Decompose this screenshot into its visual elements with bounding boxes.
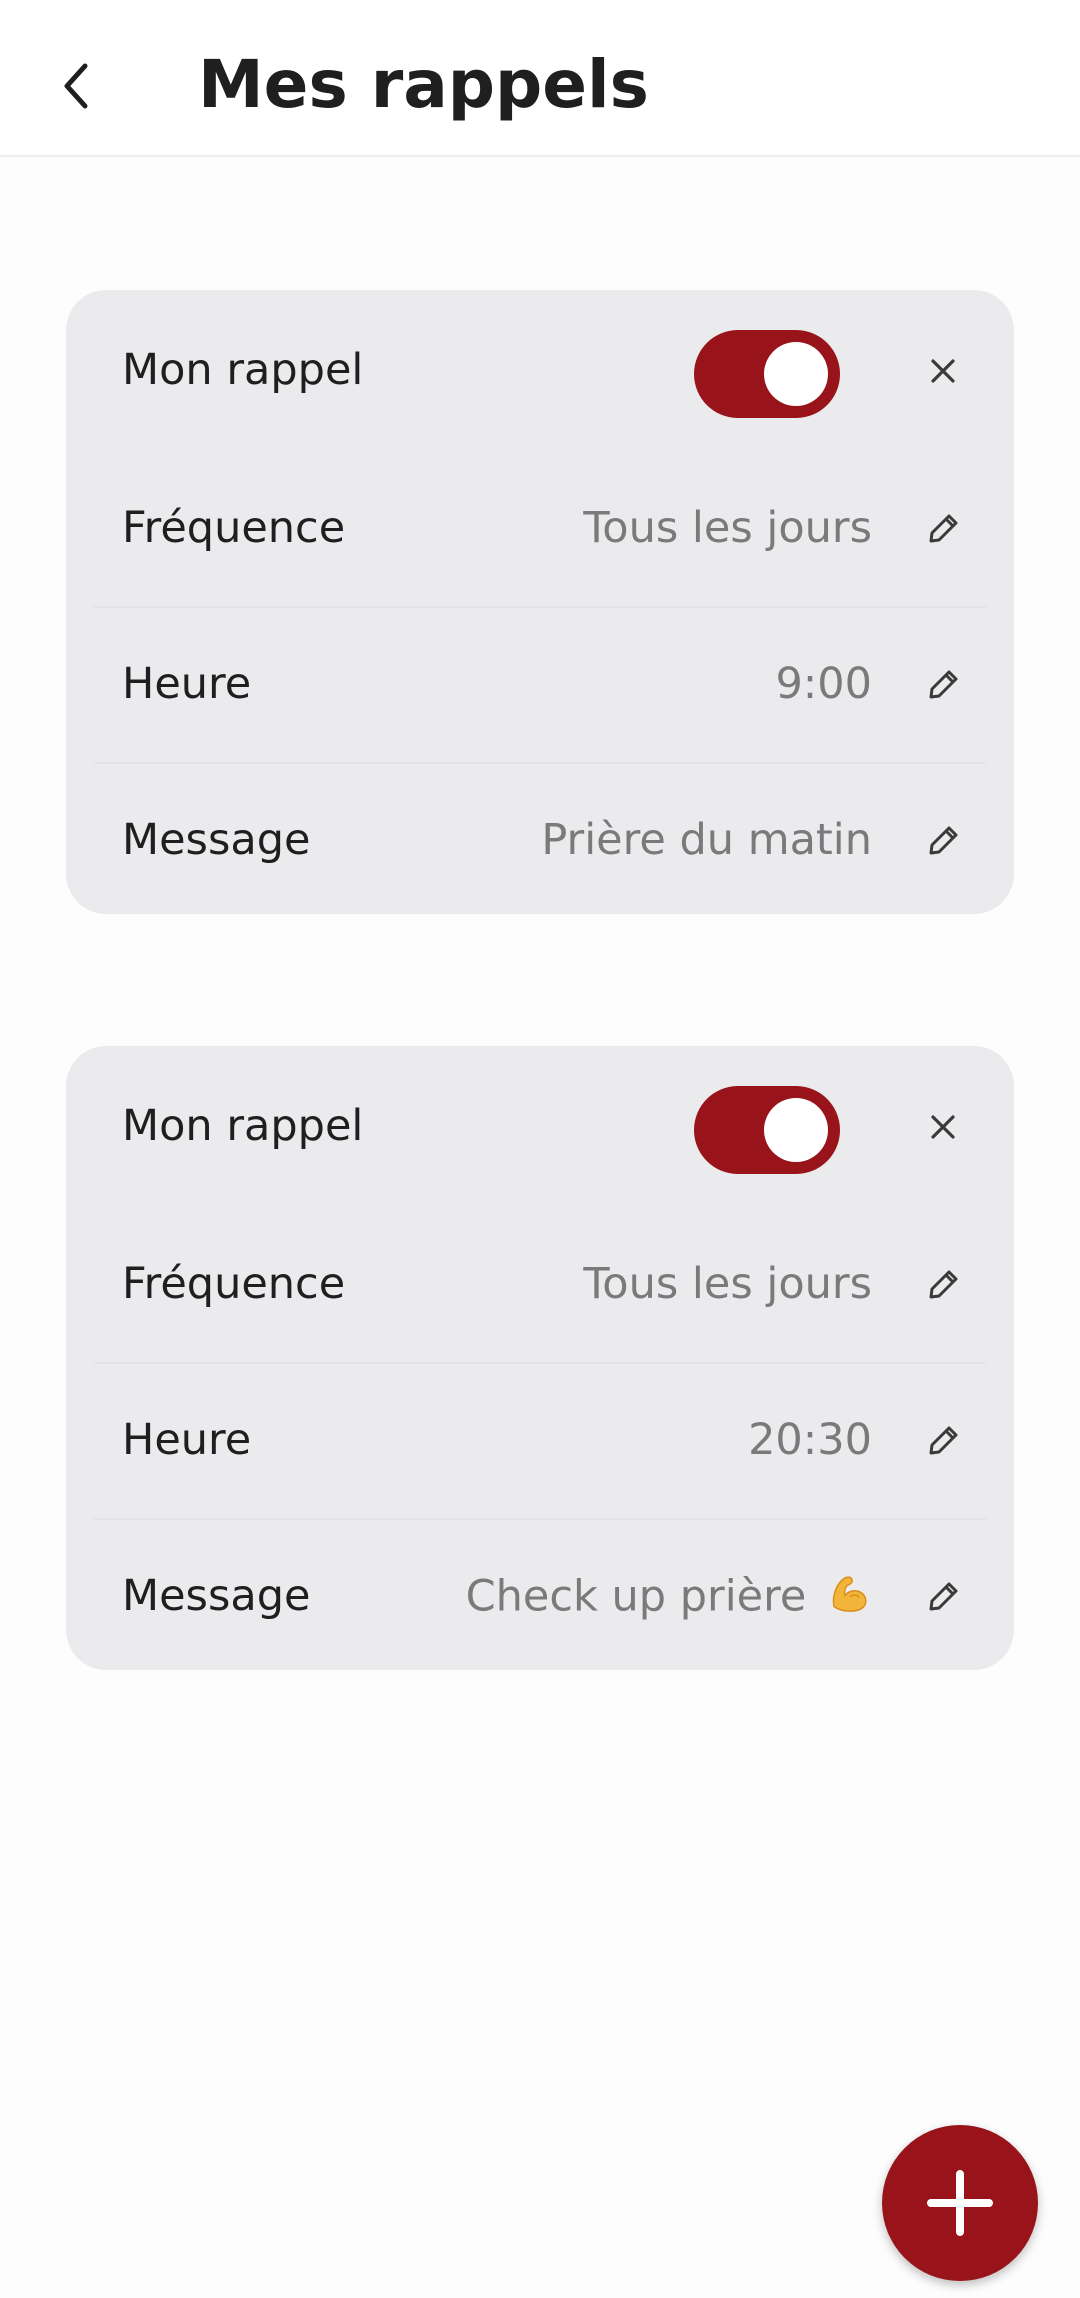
time-label: Heure [122, 1415, 252, 1465]
page-title: Mes rappels [198, 46, 649, 123]
pencil-icon [929, 1426, 958, 1455]
pencil-icon [929, 1270, 958, 1299]
reminder-title: Mon rappel [122, 345, 364, 395]
delete-reminder-button[interactable] [918, 346, 968, 396]
message-label: Message [122, 1571, 311, 1621]
add-reminder-button[interactable] [882, 2125, 1038, 2281]
edit-message-button[interactable] [918, 814, 970, 866]
frequency-label: Fréquence [122, 503, 346, 553]
frequency-row: Fréquence Tous les jours [66, 1206, 1014, 1362]
pencil-icon [929, 826, 958, 855]
edit-frequency-button[interactable] [918, 502, 970, 554]
time-value: 9:00 [775, 659, 872, 709]
message-row: Message Prière du matin [66, 762, 1014, 918]
edit-time-button[interactable] [918, 658, 970, 710]
pencil-icon [929, 514, 958, 543]
reminder-card: Mon rappel Fréquence Tous les jours Heur… [66, 290, 1014, 914]
message-value: Check up prière [465, 1571, 807, 1622]
edit-frequency-button[interactable] [918, 1258, 970, 1310]
reminder-title: Mon rappel [122, 1101, 364, 1151]
app-header: Mes rappels [0, 0, 1080, 157]
time-label: Heure [122, 659, 252, 709]
toggle-knob [764, 1098, 828, 1162]
edit-message-button[interactable] [918, 1570, 970, 1622]
back-button[interactable] [46, 52, 106, 120]
reminder-header-row: Mon rappel [66, 1046, 1014, 1206]
reminder-header-row: Mon rappel [66, 290, 1014, 450]
time-row: Heure 20:30 [66, 1362, 1014, 1518]
pencil-icon [929, 1582, 958, 1611]
message-value-wrapper: Check up prière [466, 1571, 872, 1622]
close-icon [931, 359, 955, 383]
frequency-label: Fréquence [122, 1259, 346, 1309]
edit-time-button[interactable] [918, 1414, 970, 1466]
message-row: Message Check up prière [66, 1518, 1014, 1674]
flexed-biceps-emoji-icon [832, 1576, 867, 1612]
close-icon [931, 1115, 955, 1139]
reminder-card: Mon rappel Fréquence Tous les jours Heur… [66, 1046, 1014, 1670]
delete-reminder-button[interactable] [918, 1102, 968, 1152]
frequency-row: Fréquence Tous les jours [66, 450, 1014, 606]
time-value: 20:30 [748, 1415, 872, 1465]
chevron-left-icon [64, 63, 88, 109]
plus-icon [927, 2170, 993, 2236]
time-row: Heure 9:00 [66, 606, 1014, 762]
reminder-enabled-toggle[interactable] [694, 1086, 840, 1174]
message-value: Prière du matin [541, 815, 872, 865]
message-label: Message [122, 815, 311, 865]
pencil-icon [929, 670, 958, 699]
reminder-enabled-toggle[interactable] [694, 330, 840, 418]
frequency-value: Tous les jours [583, 503, 872, 553]
toggle-knob [764, 342, 828, 406]
frequency-value: Tous les jours [583, 1259, 872, 1309]
